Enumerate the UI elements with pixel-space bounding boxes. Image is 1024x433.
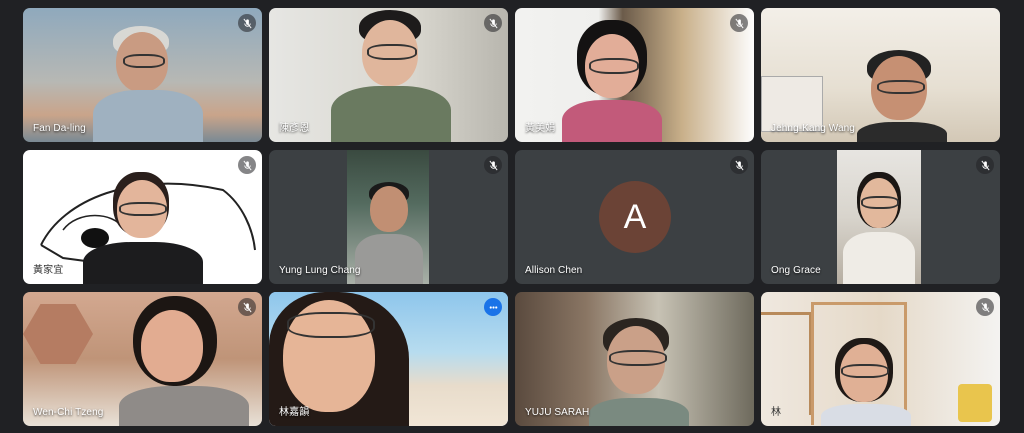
video-feed	[515, 292, 754, 426]
mic-off-icon	[238, 298, 256, 316]
participant-name: Jehng-Kang Wang	[771, 123, 855, 134]
participant-name: Ong Grace	[771, 265, 821, 276]
more-icon	[489, 305, 497, 309]
participant-tile[interactable]: Ong Grace	[761, 150, 1000, 284]
video-feed	[761, 8, 1000, 142]
participant-tile[interactable]: 陳彥恩	[269, 8, 508, 142]
participant-name: Yung Lung Chang	[279, 265, 361, 276]
participant-name: 林嘉韻	[279, 407, 310, 418]
participant-name: YUJU SARAH	[525, 407, 590, 418]
video-feed	[23, 8, 262, 142]
mic-off-icon	[976, 298, 994, 316]
mic-off-icon	[484, 156, 502, 174]
participant-name: Fan Da-ling	[33, 123, 86, 134]
video-feed	[23, 292, 262, 426]
video-feed	[347, 150, 429, 284]
participant-name: Wen-Chi Tzeng	[33, 407, 104, 418]
participant-tile[interactable]: 林	[761, 292, 1000, 426]
mic-off-icon	[484, 14, 502, 32]
participant-tile[interactable]: Wen-Chi Tzeng	[23, 292, 262, 426]
participant-name: 林	[771, 407, 782, 418]
participant-tile[interactable]: 黃美娟	[515, 8, 754, 142]
participant-name: 陳彥恩	[279, 123, 310, 134]
more-options-button[interactable]	[484, 298, 502, 316]
participant-tile[interactable]: Jehng-Kang Wang	[761, 8, 1000, 142]
participant-grid: Fan Da-ling 陳彥恩 黃美娟 Jehng-Kang Wang 黃家宜 …	[23, 8, 1001, 428]
video-feed	[761, 292, 1000, 426]
participant-tile-active[interactable]: 林嘉韻	[269, 292, 508, 426]
participant-name: Allison Chen	[525, 265, 583, 276]
participant-tile[interactable]: 黃家宜	[23, 150, 262, 284]
participant-tile[interactable]: Fan Da-ling	[23, 8, 262, 142]
participant-name: 黃家宜	[33, 265, 64, 276]
mic-off-icon	[238, 14, 256, 32]
mic-off-icon	[238, 156, 256, 174]
participant-name: 黃美娟	[525, 123, 556, 134]
avatar: A	[599, 181, 671, 253]
participant-tile[interactable]: A Allison Chen	[515, 150, 754, 284]
participant-tile[interactable]: Yung Lung Chang	[269, 150, 508, 284]
video-feed	[837, 150, 921, 284]
mic-off-icon	[976, 156, 994, 174]
participant-tile[interactable]: YUJU SARAH	[515, 292, 754, 426]
mic-off-icon	[730, 156, 748, 174]
mic-off-icon	[730, 14, 748, 32]
